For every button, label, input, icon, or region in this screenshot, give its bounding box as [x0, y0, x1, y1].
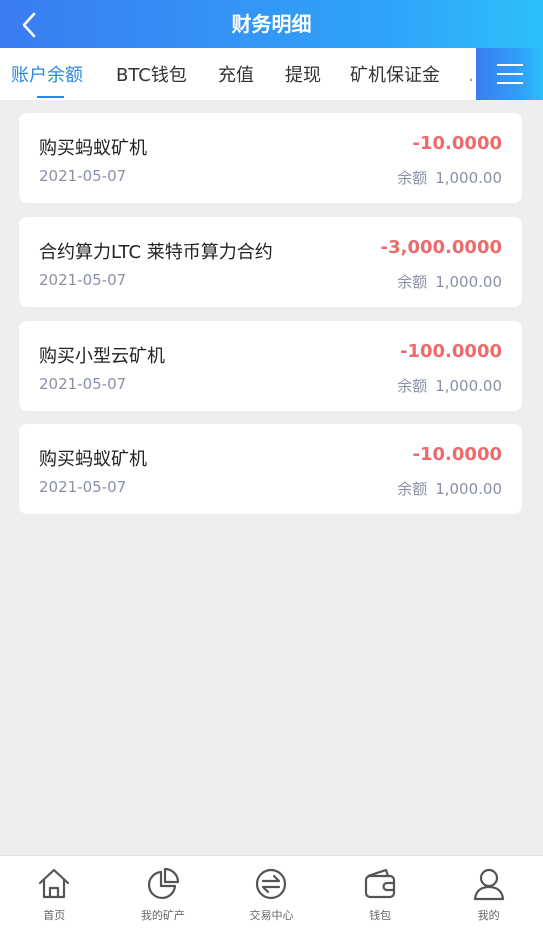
balance-label: 余额	[397, 273, 428, 291]
record-name: 购买蚂蚁矿机	[39, 138, 147, 159]
bottom-tab-bar: 首页 我的矿产 交易中心 钱包 我的	[0, 855, 543, 931]
tabbar-item-trade-center[interactable]: 交易中心	[217, 856, 326, 931]
record-balance: 余额 1,000.00	[397, 375, 502, 396]
tabbar-item-my-mining[interactable]: 我的矿产	[109, 856, 218, 931]
record-name: 合约算力LTC 莱特币算力合约	[39, 242, 273, 263]
home-icon	[39, 868, 70, 899]
record-balance: 余额 1,000.00	[397, 478, 502, 499]
exchange-icon	[256, 868, 287, 900]
tab-withdraw[interactable]: 提现	[285, 48, 321, 100]
balance-value: 1,000.00	[435, 377, 502, 395]
balance-label: 余额	[397, 377, 428, 395]
record-date: 2021-05-07	[39, 271, 127, 289]
tabbar-label: 交易中心	[249, 909, 294, 922]
list-item[interactable]: 购买蚂蚁矿机 2021-05-07 -10.0000 余额 1,000.00	[19, 424, 522, 514]
tabbar-label: 我的矿产	[140, 909, 185, 922]
list-item[interactable]: 合约算力LTC 莱特币算力合约 2021-05-07 -3,000.0000 余…	[19, 217, 522, 307]
record-date: 2021-05-07	[39, 375, 127, 393]
tabbar-item-profile[interactable]: 我的	[434, 856, 543, 931]
tab-recharge[interactable]: 充值	[218, 48, 254, 100]
tabbar-item-home[interactable]: 首页	[0, 856, 109, 931]
list-item[interactable]: 购买蚂蚁矿机 2021-05-07 -10.0000 余额 1,000.00	[19, 113, 522, 203]
balance-value: 1,000.00	[435, 273, 502, 291]
record-date: 2021-05-07	[39, 478, 127, 496]
balance-value: 1,000.00	[435, 480, 502, 498]
tab-btc-wallet[interactable]: BTC钱包	[116, 48, 187, 100]
page-title: 财务明细	[231, 12, 312, 36]
tab-miner-deposit[interactable]: 矿机保证金	[350, 48, 440, 100]
user-icon	[473, 868, 504, 901]
balance-label: 余额	[397, 169, 428, 187]
record-name: 购买小型云矿机	[39, 346, 165, 367]
list-item[interactable]: 购买小型云矿机 2021-05-07 -100.0000 余额 1,000.00	[19, 321, 522, 411]
record-amount: -10.0000	[412, 133, 502, 154]
tabbar-label: 首页	[43, 909, 66, 922]
tabbar-item-wallet[interactable]: 钱包	[326, 856, 435, 931]
chevron-left-icon	[22, 12, 36, 38]
active-tab-indicator	[37, 96, 64, 98]
pie-chart-icon	[147, 867, 179, 899]
menu-icon	[496, 64, 523, 84]
record-balance: 余额 1,000.00	[397, 167, 502, 188]
tabs-menu-button[interactable]	[476, 48, 543, 100]
balance-value: 1,000.00	[435, 169, 502, 187]
record-balance: 余额 1,000.00	[397, 271, 502, 292]
balance-label: 余额	[397, 480, 428, 498]
record-amount: -3,000.0000	[380, 237, 502, 258]
tab-account-balance[interactable]: 账户余额	[11, 48, 83, 100]
record-amount: -10.0000	[412, 444, 502, 465]
tabbar-label: 我的	[477, 909, 500, 922]
app-header: 财务明细	[0, 0, 543, 48]
record-date: 2021-05-07	[39, 167, 127, 185]
record-amount: -100.0000	[400, 341, 502, 362]
category-tabs: 账户余额 BTC钱包 充值 提现 矿机保证金 …	[0, 48, 543, 100]
tabbar-label: 钱包	[369, 909, 392, 922]
record-name: 购买蚂蚁矿机	[39, 449, 147, 470]
back-button[interactable]	[14, 10, 44, 40]
wallet-icon	[364, 868, 396, 899]
